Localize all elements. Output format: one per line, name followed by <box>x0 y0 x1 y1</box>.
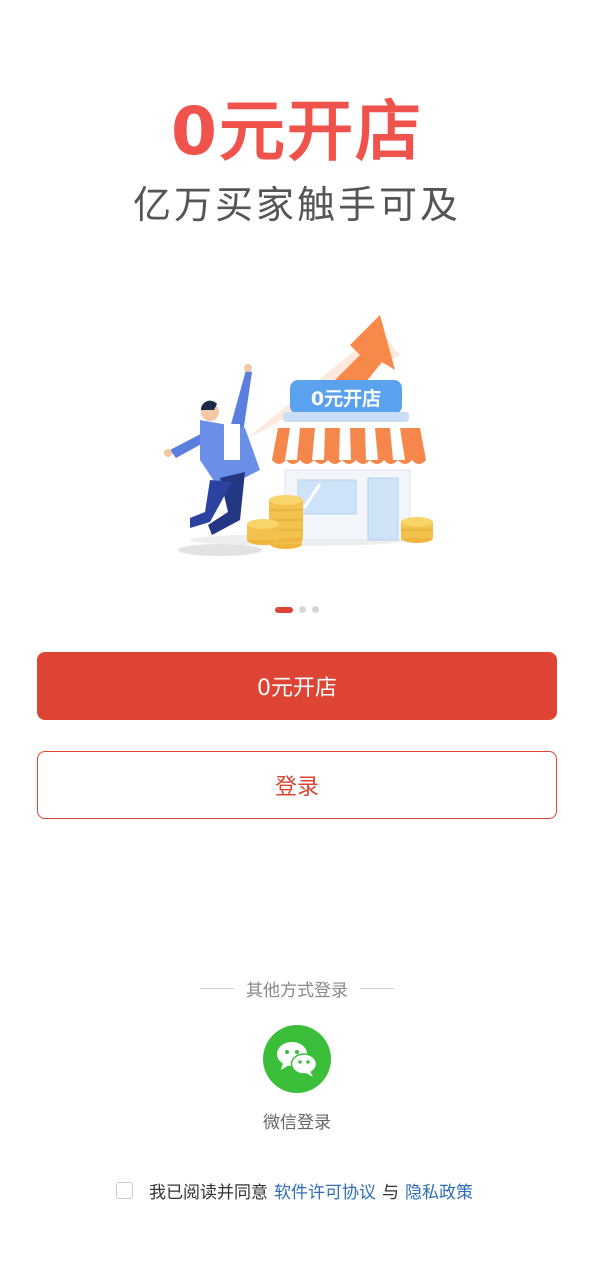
coin-stack <box>401 517 433 543</box>
carousel-dot[interactable] <box>299 606 306 613</box>
open-store-button-label: 0元开店 <box>257 676 337 701</box>
welcome-page: 0元开店 亿万买家触手可及 0元开店 0元开店 登录 其他方式登录 微信登录 我… <box>0 0 594 1280</box>
license-agreement-link[interactable]: 软件许可协议 <box>274 1178 376 1203</box>
shop-sign-text: 0元开店 <box>311 387 381 410</box>
shop-growth-illustration: 0元开店 <box>150 300 450 570</box>
agreement-prefix: 我已阅读并同意 <box>149 1182 268 1203</box>
carousel-dot-active[interactable] <box>275 606 293 613</box>
hero-subtitle: 亿万买家触手可及 <box>132 183 461 227</box>
jumping-person <box>164 364 260 535</box>
login-button-label: 登录 <box>274 775 319 800</box>
awning-edge <box>272 460 426 464</box>
hero-title: 0元开店 <box>171 93 423 170</box>
other-login-title: 其他方式登录 <box>246 981 348 1001</box>
carousel-indicator <box>0 606 594 613</box>
agreement-conjunction: 与 <box>382 1182 399 1203</box>
login-button[interactable]: 登录 <box>37 751 557 819</box>
agreement-checkbox[interactable] <box>116 1181 133 1199</box>
carousel-dot[interactable] <box>312 606 319 613</box>
wechat-login-button[interactable] <box>263 1025 331 1093</box>
shadow <box>178 544 262 556</box>
coin-stack <box>247 519 279 545</box>
shop-door <box>367 477 399 541</box>
other-login-divider: 其他方式登录 <box>0 976 594 1001</box>
wechat-icon <box>277 1042 318 1077</box>
divider-line-right <box>360 988 394 989</box>
open-store-button[interactable]: 0元开店 <box>37 652 557 720</box>
divider-line-left <box>200 988 234 989</box>
shop-window <box>297 479 357 515</box>
agreement-row: 我已阅读并同意 软件许可协议 与 隐私政策 <box>116 1177 479 1203</box>
sign-base <box>283 412 409 422</box>
illustration-svg: 0元开店 <box>164 315 433 556</box>
privacy-policy-link[interactable]: 隐私政策 <box>405 1178 473 1203</box>
wechat-login-label: 微信登录 <box>263 1113 331 1133</box>
